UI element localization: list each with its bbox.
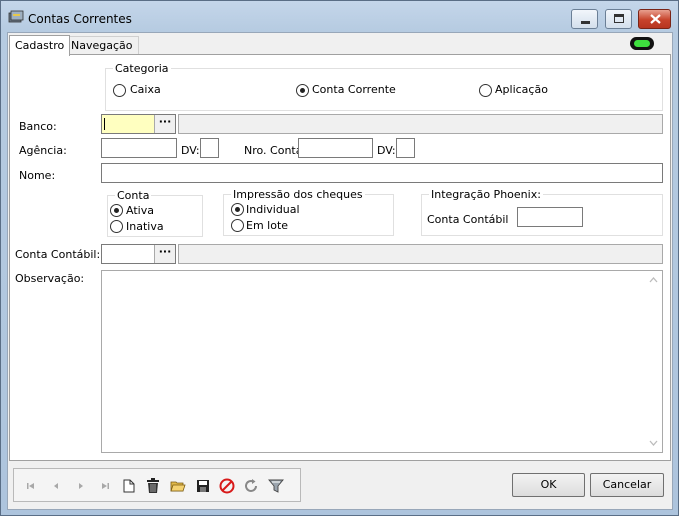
scroll-down-icon[interactable]	[649, 440, 658, 446]
maximize-icon	[614, 14, 624, 23]
last-record-button[interactable]	[96, 477, 114, 495]
tab-strip: Cadastro Navegação	[8, 33, 672, 56]
close-icon	[650, 14, 661, 24]
conta-dv-label: DV:	[377, 144, 396, 157]
categoria-label: Categoria	[113, 62, 171, 75]
first-record-button[interactable]	[22, 477, 40, 495]
radio-inativa[interactable]	[110, 220, 123, 233]
banco-description-field	[178, 114, 663, 134]
conta-contabil-description-field	[178, 244, 663, 264]
window-title: Contas Correntes	[28, 12, 132, 26]
app-icon	[8, 10, 24, 23]
new-document-icon	[123, 479, 135, 493]
observacao-label: Observação:	[15, 272, 85, 285]
next-record-button[interactable]	[72, 477, 90, 495]
conta-contabil-lookup-button[interactable]: ···	[154, 245, 175, 263]
agencia-label: Agência:	[19, 144, 67, 157]
first-record-icon	[27, 483, 34, 489]
cancelar-button[interactable]: Cancelar	[590, 473, 664, 497]
radio-caixa-label[interactable]: Caixa	[130, 83, 161, 96]
save-button[interactable]	[194, 477, 212, 495]
nome-input[interactable]	[101, 163, 663, 183]
scroll-up-icon[interactable]	[649, 277, 658, 283]
bottom-toolbar: OK Cancelar	[9, 464, 671, 508]
tab-cadastro[interactable]: Cadastro	[9, 35, 71, 56]
radio-conta-corrente-label[interactable]: Conta Corrente	[312, 83, 396, 96]
categoria-group: Categoria Caixa Conta Corrente Aplicação	[105, 62, 663, 111]
radio-em-lote[interactable]	[231, 219, 244, 232]
radio-aplicacao-label[interactable]: Aplicação	[495, 83, 548, 96]
banco-label: Banco:	[19, 120, 57, 133]
radio-aplicacao[interactable]	[479, 84, 492, 97]
radio-individual-label[interactable]: Individual	[246, 203, 300, 216]
impressao-group-label: Impressão dos cheques	[231, 188, 365, 201]
save-disk-icon	[197, 480, 209, 492]
prior-record-button[interactable]	[47, 477, 65, 495]
radio-inativa-label[interactable]: Inativa	[126, 220, 164, 233]
minimize-icon	[581, 21, 590, 24]
radio-ativa-label[interactable]: Ativa	[126, 204, 154, 217]
radio-individual[interactable]	[231, 203, 244, 216]
observacao-scrollbar[interactable]	[645, 271, 662, 452]
conta-group: Conta Ativa Inativa	[107, 189, 203, 237]
nome-label: Nome:	[19, 169, 56, 182]
ok-button[interactable]: OK	[512, 473, 585, 497]
banco-lookup-button[interactable]: ···	[154, 115, 175, 133]
delete-record-button[interactable]	[144, 477, 162, 495]
contas-correntes-window: Contas Correntes Cadastro Navegação Cate…	[0, 0, 679, 516]
conta-dv-input[interactable]	[396, 138, 415, 158]
nro-conta-label: Nro. Conta	[244, 144, 303, 157]
conta-group-label: Conta	[115, 189, 152, 202]
agencia-dv-input[interactable]	[200, 138, 219, 158]
maximize-button[interactable]	[605, 9, 632, 29]
cadastro-panel: Categoria Caixa Conta Corrente Aplicação…	[9, 54, 671, 461]
delete-trash-icon	[147, 478, 159, 493]
status-led-icon	[630, 37, 654, 50]
agencia-dv-label: DV:	[181, 144, 200, 157]
new-record-button[interactable]	[120, 477, 138, 495]
last-record-icon	[102, 483, 109, 489]
radio-em-lote-label[interactable]: Em lote	[246, 219, 288, 232]
refresh-icon	[245, 479, 257, 492]
open-folder-icon	[170, 481, 186, 492]
impressao-group: Impressão dos cheques Individual Em lote	[223, 188, 394, 236]
conta-contabil-label: Conta Contábil:	[15, 248, 101, 261]
integracao-group: Integração Phoenix: Conta Contábil	[421, 188, 663, 236]
text-caret	[104, 118, 105, 130]
tab-navegacao[interactable]: Navegação	[65, 36, 139, 54]
integracao-group-label: Integração Phoenix:	[429, 188, 543, 201]
nro-conta-input[interactable]	[298, 138, 373, 158]
next-record-icon	[79, 483, 83, 489]
agencia-input[interactable]	[101, 138, 177, 158]
close-button[interactable]	[638, 9, 671, 29]
cancel-stop-icon	[219, 478, 235, 494]
filter-button[interactable]	[267, 477, 285, 495]
minimize-button[interactable]	[571, 9, 598, 29]
open-button[interactable]	[169, 477, 187, 495]
client-area: Cadastro Navegação Categoria Caixa Conta…	[7, 32, 673, 510]
radio-ativa[interactable]	[110, 204, 123, 217]
filter-funnel-icon	[268, 479, 284, 493]
observacao-textarea[interactable]	[101, 270, 663, 453]
integracao-conta-contabil-input[interactable]	[517, 207, 583, 227]
integracao-conta-contabil-label: Conta Contábil	[427, 213, 509, 226]
navigator-toolbar	[13, 468, 301, 502]
prior-record-icon	[54, 483, 58, 489]
cancel-button[interactable]	[218, 477, 236, 495]
banco-input[interactable]: ···	[101, 114, 176, 134]
conta-contabil-input[interactable]: ···	[101, 244, 176, 264]
title-bar[interactable]: Contas Correntes	[1, 1, 678, 31]
radio-conta-corrente[interactable]	[296, 84, 309, 97]
refresh-button[interactable]	[242, 477, 260, 495]
radio-caixa[interactable]	[113, 84, 126, 97]
